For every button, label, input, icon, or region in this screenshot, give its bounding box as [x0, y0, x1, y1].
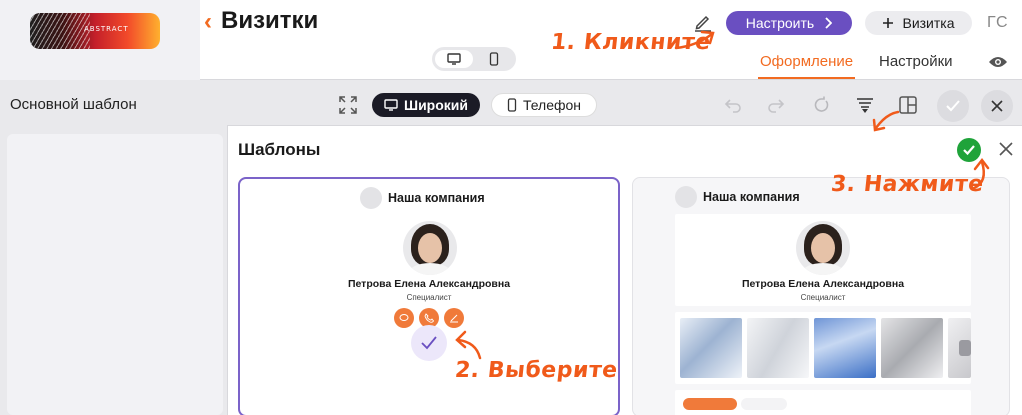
wide-mode-button[interactable]: Широкий: [372, 93, 480, 117]
person-name: Петрова Елена Александровна: [741, 278, 905, 290]
eye-icon[interactable]: [988, 55, 1008, 69]
company-logo-placeholder: [675, 186, 697, 208]
apply-button[interactable]: [937, 90, 969, 122]
gallery-image: [747, 318, 809, 378]
arrow-icon: [872, 110, 900, 132]
image-gallery: [675, 312, 971, 384]
button-block: [675, 390, 971, 415]
template-company-row: Наша компания: [675, 186, 800, 208]
edit-icon: [444, 308, 464, 328]
chat-icon: [394, 308, 414, 328]
avatar: [796, 221, 850, 275]
user-avatar[interactable]: ГС: [987, 14, 1009, 32]
template-company-row: Наша компания: [360, 187, 485, 209]
phone-mode-button[interactable]: Телефон: [491, 93, 597, 117]
chevron-right-icon: [825, 17, 833, 29]
check-icon: [946, 100, 960, 112]
person-role: Специалист: [800, 293, 846, 302]
check-icon: [421, 336, 437, 350]
person-role: Специалист: [406, 293, 452, 302]
template-card-gallery[interactable]: Наша компания Петрова Елена Александровн…: [632, 177, 1010, 415]
desktop-toggle-button[interactable]: [435, 50, 473, 68]
arrow-icon: [972, 157, 990, 190]
gallery-image: [814, 318, 876, 378]
add-card-label: Визитка: [902, 15, 955, 31]
selected-checkmark: [411, 325, 447, 361]
tab-design[interactable]: Оформление: [757, 53, 856, 79]
phone-mode-label: Телефон: [522, 97, 582, 113]
device-toggle: [432, 47, 516, 71]
secondary-button-placeholder: [741, 398, 787, 410]
company-name: Наша компания: [388, 191, 485, 205]
avatar: [403, 221, 457, 275]
company-logo-placeholder: [360, 187, 382, 209]
gallery-next-button[interactable]: [959, 340, 971, 356]
plus-icon: [883, 18, 894, 28]
configure-button[interactable]: Настроить: [726, 11, 852, 35]
primary-button-placeholder: [683, 398, 737, 410]
arrow-icon: [674, 30, 715, 50]
logo-panel: ABSTRACT: [0, 0, 200, 80]
tab-settings[interactable]: Настройки: [879, 53, 953, 70]
template-name-label: Основной шаблон: [10, 96, 137, 113]
card-preview-area: [7, 134, 223, 415]
undo-icon[interactable]: [724, 96, 742, 114]
page-title: Визитки: [221, 7, 319, 34]
mobile-toggle-button[interactable]: [475, 50, 513, 68]
reset-icon[interactable]: [812, 96, 830, 114]
monitor-icon: [384, 99, 398, 111]
logo-text: ABSTRACT: [84, 25, 129, 33]
profile-block: Петрова Елена Александровна Специалист: [675, 214, 971, 306]
gallery-image: [680, 318, 742, 378]
annotation-step3: 3. Нажмите: [829, 172, 985, 197]
phone-icon: [489, 52, 499, 66]
cancel-button[interactable]: [981, 90, 1013, 122]
configure-button-label: Настроить: [745, 15, 815, 31]
templates-panel: Шаблоны Наша компания Петрова Елена Алек…: [227, 125, 1022, 415]
monitor-icon: [447, 53, 461, 65]
company-logo[interactable]: ABSTRACT: [30, 13, 160, 49]
redo-icon[interactable]: [767, 96, 785, 114]
templates-panel-title: Шаблоны: [238, 140, 321, 159]
check-icon: [963, 145, 975, 156]
logo-pattern: [30, 13, 90, 49]
person-name: Петрова Елена Александровна: [347, 278, 511, 290]
wide-mode-label: Широкий: [404, 97, 468, 113]
gallery-image: [881, 318, 943, 378]
arrow-icon: [455, 330, 482, 360]
company-name: Наша компания: [703, 190, 800, 204]
fullscreen-icon[interactable]: [339, 96, 357, 114]
back-button[interactable]: ‹: [204, 8, 212, 36]
add-card-button[interactable]: Визитка: [865, 11, 972, 35]
phone-icon: [507, 98, 517, 112]
close-icon: [991, 100, 1003, 112]
